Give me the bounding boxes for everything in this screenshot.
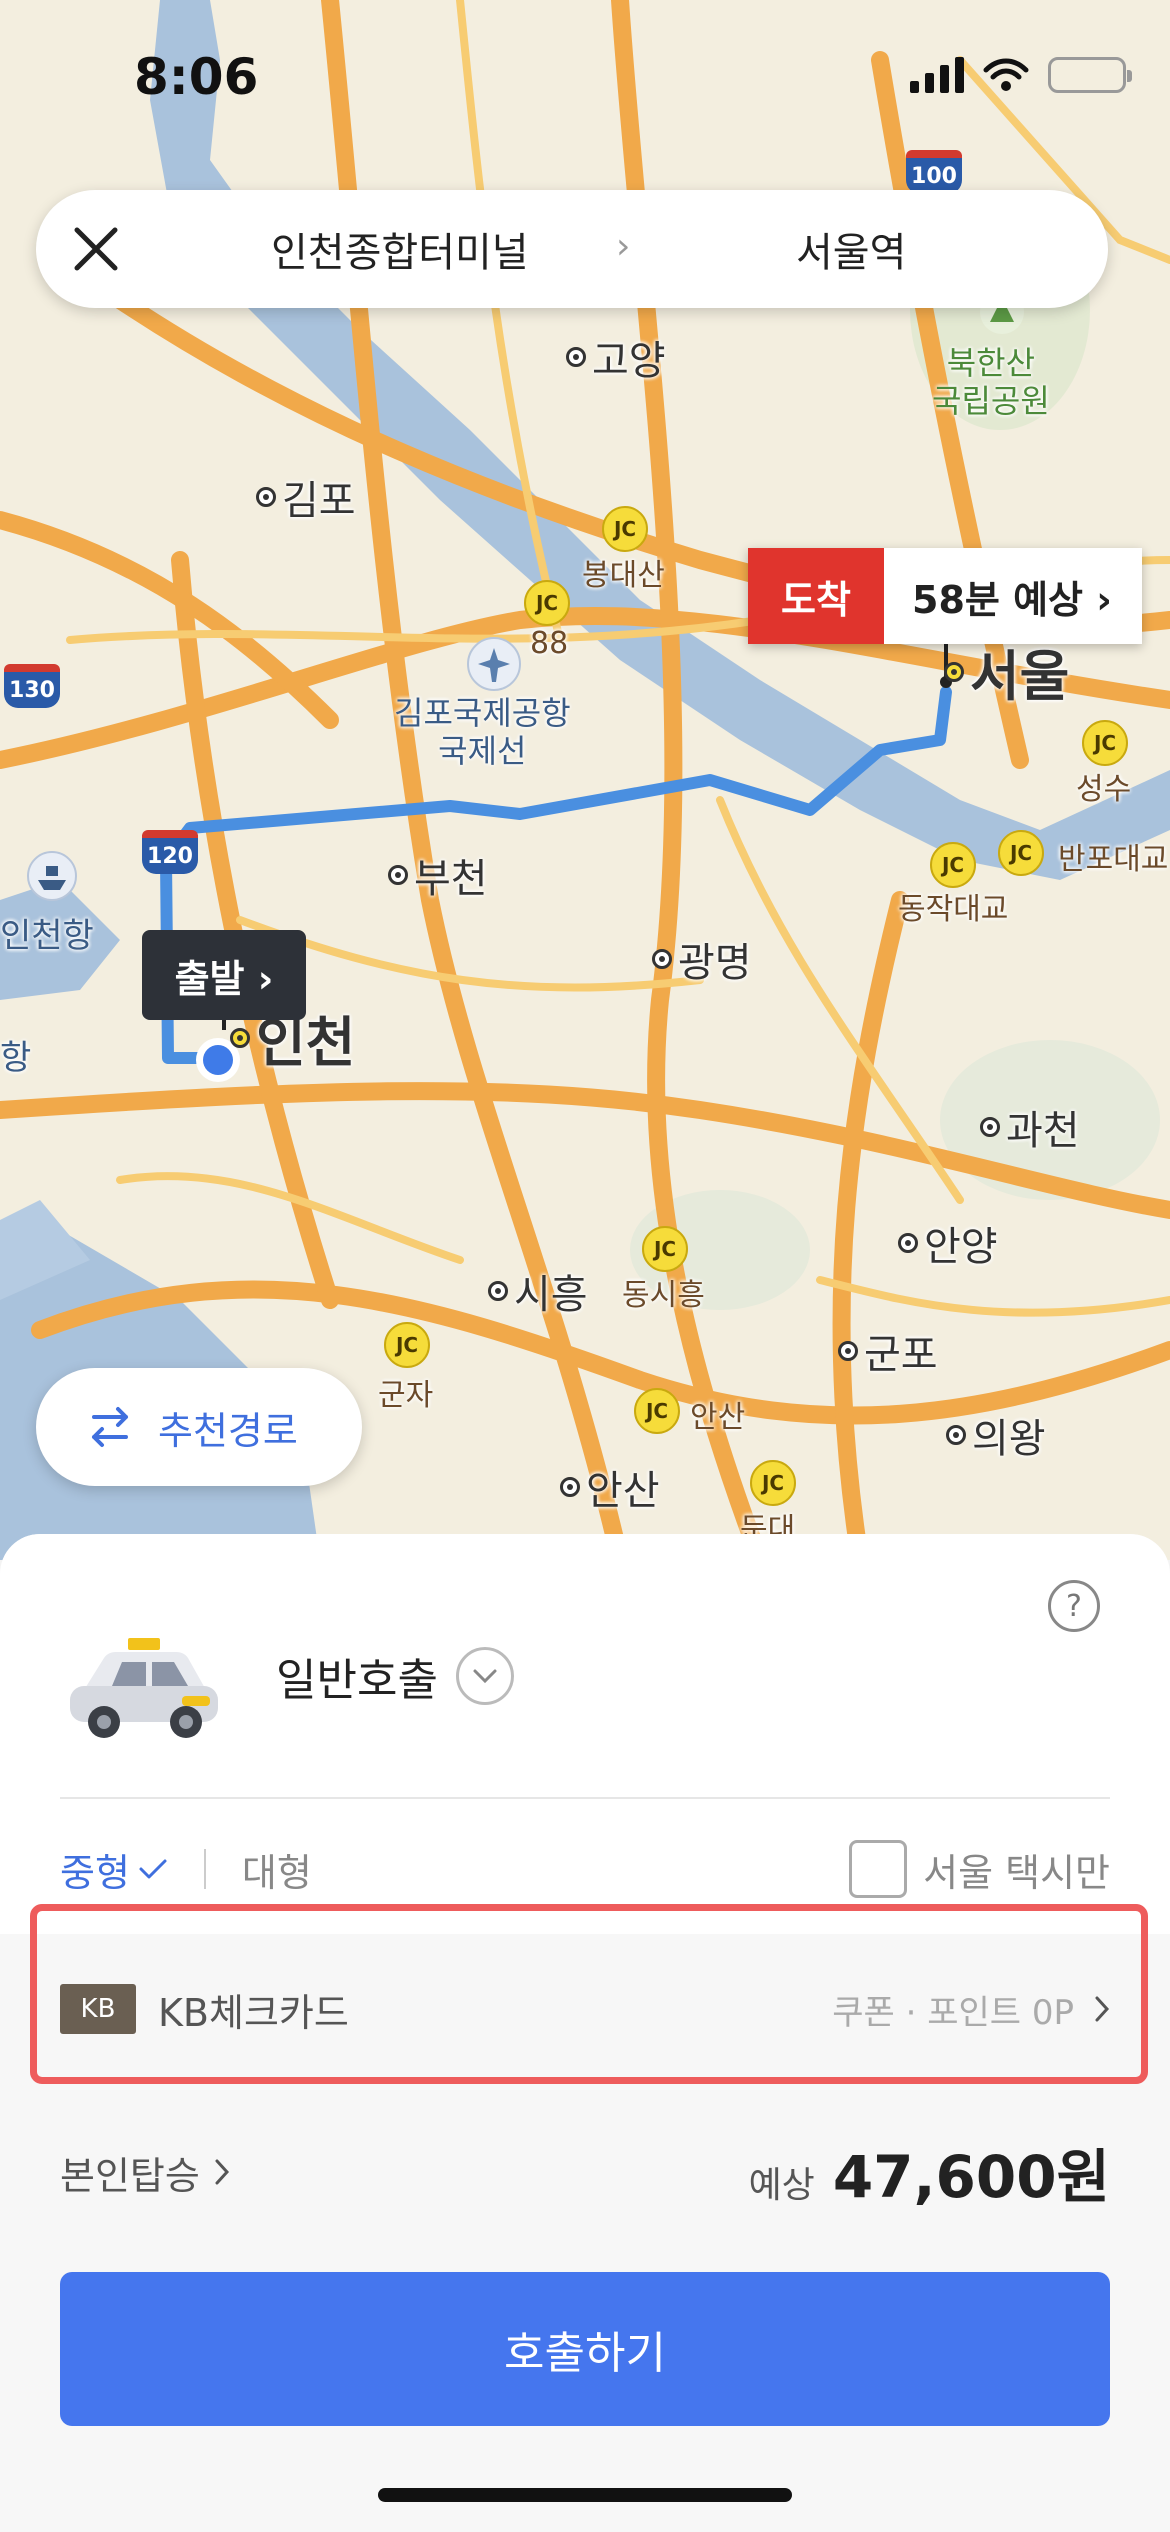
coupon-point[interactable]: 쿠폰 · 포인트 0P	[832, 1985, 1110, 2034]
jc-badge: JC	[750, 1460, 796, 1506]
place-siheung: 시흥	[488, 1262, 588, 1320]
fare-amount: 47,600원	[832, 2143, 1110, 2211]
place-goyang: 고양	[566, 328, 666, 386]
place-gwacheon: 과천	[980, 1098, 1080, 1156]
route-header: 인천종합터미널 › 서울역	[36, 190, 1108, 308]
recommend-route-button[interactable]: 추천경로	[36, 1368, 362, 1486]
jc-badge: JC	[930, 842, 976, 888]
wifi-icon	[983, 58, 1029, 91]
place-gunja: 군자	[378, 1378, 434, 1413]
close-button[interactable]	[36, 190, 156, 308]
place-anyang: 안양	[898, 1214, 998, 1272]
rider-selector[interactable]: 본인탑승	[60, 2145, 230, 2200]
vehicle-size-row: 중형 대형 서울 택시만	[60, 1834, 1110, 1904]
seoul-only-checkbox[interactable]	[849, 1840, 908, 1898]
jc-badge: JC	[384, 1322, 430, 1368]
place-dongsiheung: 동시흥	[622, 1278, 705, 1313]
place-bukhansan: 북한산 국립공원	[932, 344, 1050, 421]
place-ansan: 안산	[560, 1458, 660, 1516]
place-gunpo: 군포	[838, 1322, 938, 1380]
route-origin[interactable]: 인천종합터미널	[271, 220, 529, 278]
place-bucheon: 부천	[388, 846, 488, 904]
size-option-large[interactable]: 대형	[242, 1842, 312, 1897]
seoul-taxi-only-toggle[interactable]: 서울 택시만	[849, 1840, 1110, 1898]
place-seongsu: 성수	[1076, 772, 1132, 807]
jc-badge: JC	[998, 830, 1044, 876]
place-banpo: 반포대교	[1058, 842, 1169, 877]
divider	[60, 1797, 1110, 1799]
jc-badge: JC	[634, 1388, 680, 1434]
chevron-right-icon	[215, 2159, 229, 2185]
road-shield-120: 120	[142, 830, 198, 874]
route-swap-icon	[92, 1407, 128, 1447]
place-gwangmyeong: 광명	[652, 930, 752, 988]
road-shield-100: 100	[906, 150, 962, 194]
clock: 8:06	[134, 48, 259, 106]
fare-label: 예상	[748, 2165, 815, 2206]
chevron-down-icon	[455, 1647, 514, 1705]
divider	[203, 1849, 206, 1889]
kb-card-logo: KB	[60, 1984, 136, 2034]
recommend-route-label: 추천경로	[158, 1408, 298, 1453]
signal-icon	[910, 57, 964, 93]
arrival-tag: 도착	[748, 548, 884, 644]
home-indicator[interactable]	[378, 2488, 792, 2502]
fare-row: 본인탑승 예상 47,600원	[60, 2132, 1110, 2212]
close-icon	[74, 227, 118, 271]
departure-marker[interactable]: 출발 ›	[142, 930, 306, 1020]
estimated-fare: 예상 47,600원	[749, 2130, 1110, 2214]
taxi-icon	[70, 1638, 218, 1738]
coupon-point-label: 쿠폰 · 포인트 0P	[832, 1992, 1074, 2033]
check-icon	[139, 1859, 167, 1879]
road-shield-130: 130	[4, 664, 60, 708]
place-gimpo: 김포	[256, 468, 356, 526]
jc-badge: JC	[642, 1226, 688, 1272]
chevron-right-icon	[1095, 1996, 1110, 2022]
route-destination[interactable]: 서울역	[796, 220, 906, 278]
battery-icon	[1048, 57, 1132, 93]
place-dongjak: 동작대교	[898, 892, 1009, 927]
call-type-label: 일반호출	[276, 1655, 438, 1706]
jc-badge: JC	[602, 506, 648, 552]
place-port-edge: 항	[0, 1038, 32, 1078]
place-gimpo-airport: 김포국제공항 국제선	[394, 694, 571, 771]
card-name: KB체크카드	[158, 1990, 349, 2035]
size-option-mid[interactable]: 중형	[60, 1842, 168, 1897]
payment-method-row[interactable]: KB KB체크카드 쿠폰 · 포인트 0P	[60, 1978, 1110, 2040]
help-button[interactable]: ?	[1048, 1580, 1100, 1632]
status-bar: 8:06	[0, 0, 1170, 150]
call-options-panel: ? 일반호출 중형 대형 서울 택시만	[0, 1534, 1170, 1934]
jc-badge: JC	[524, 580, 570, 626]
call-type-selector[interactable]: 일반호출	[276, 1644, 514, 1708]
place-ansan-jc: 안산	[690, 1400, 746, 1435]
jc-badge: JC	[1082, 720, 1128, 766]
size-mid-label: 중형	[60, 1850, 130, 1895]
route-separator-icon: ›	[616, 226, 631, 267]
arrival-marker[interactable]: 도착 58분 예상 ›	[748, 548, 1142, 644]
seoul-only-label: 서울 택시만	[923, 1850, 1110, 1895]
place-incheon-port: 인천항	[0, 916, 94, 956]
place-bongdaesan: 봉대산	[582, 558, 665, 593]
place-uiwang: 의왕	[946, 1406, 1046, 1464]
rider-label: 본인탑승	[60, 2153, 200, 2198]
call-taxi-button[interactable]: 호출하기	[60, 2272, 1110, 2426]
arrival-eta: 58분 예상 ›	[884, 548, 1142, 644]
road-number-88: 88	[530, 626, 569, 661]
